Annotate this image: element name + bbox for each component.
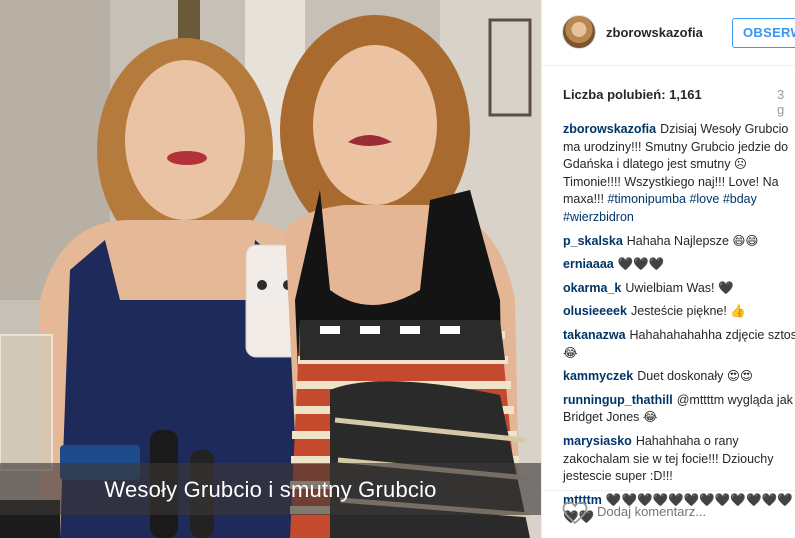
comment-username[interactable]: marysiasko bbox=[563, 434, 632, 448]
list-item: olusieeeek Jesteście piękne! 👍 bbox=[563, 303, 795, 321]
comment-username[interactable]: okarma_k bbox=[563, 281, 621, 295]
comment-username[interactable]: olusieeeek bbox=[563, 304, 627, 318]
follow-button[interactable]: OBSERW bbox=[732, 18, 795, 48]
post-header: zborowskazofia OBSERW bbox=[542, 0, 795, 66]
list-item: zborowskazofia Dzisiaj Wesoły Grubcio ma … bbox=[563, 121, 795, 227]
avatar[interactable] bbox=[562, 15, 596, 49]
comment-text: Duet doskonały 😍😍 bbox=[637, 369, 753, 384]
comment-username[interactable]: erniaaaa bbox=[563, 257, 614, 271]
add-comment-input[interactable] bbox=[597, 504, 787, 519]
comment-username[interactable]: runningup_thathill bbox=[563, 393, 673, 407]
likes-label: Liczba polubień: bbox=[563, 87, 666, 102]
comment-text: Uwielbiam Was! 🖤 bbox=[625, 280, 734, 295]
photo-illustration bbox=[0, 0, 541, 538]
post-author-username[interactable]: zborowskazofia bbox=[606, 25, 703, 40]
likes-number: 1,161 bbox=[669, 87, 702, 102]
photo-caption: Wesoły Grubcio i smutny Grubcio bbox=[104, 477, 437, 502]
post-time[interactable]: 3 g bbox=[777, 87, 795, 117]
post-side-panel: zborowskazofia OBSERW Liczba polubień: 1… bbox=[541, 0, 795, 538]
list-item: okarma_k Uwielbiam Was! 🖤 bbox=[563, 280, 795, 298]
comment-username[interactable]: takanazwa bbox=[563, 328, 626, 342]
list-item: kammyczek Duet doskonały 😍😍 bbox=[563, 368, 795, 386]
post-photo[interactable]: Wesoły Grubcio i smutny Grubcio bbox=[0, 0, 541, 538]
list-item: runningup_thathill @mttttm wygląda jak Br… bbox=[563, 392, 795, 427]
heart-icon[interactable] bbox=[562, 501, 588, 525]
comment-username[interactable]: p_skalska bbox=[563, 234, 623, 248]
list-item: p_skalska Hahaha Najlepsze 😄😄 bbox=[563, 233, 795, 251]
likes-count[interactable]: Liczba polubień: 1,161 bbox=[563, 87, 702, 102]
comment-username[interactable]: zborowskazofia bbox=[563, 122, 656, 136]
list-item: takanazwa Hahahahahahha zdjęcie sztos! 😂 bbox=[563, 327, 795, 362]
comment-composer bbox=[542, 490, 795, 538]
comment-username[interactable]: kammyczek bbox=[563, 369, 633, 383]
comments-list: zborowskazofia Dzisiaj Wesoły Grubcio ma … bbox=[563, 121, 795, 533]
comment-text: Hahaha Najlepsze 😄😄 bbox=[626, 233, 759, 248]
comment-text: 🖤🖤🖤 bbox=[617, 257, 665, 272]
list-item: erniaaaa 🖤🖤🖤 bbox=[563, 256, 795, 274]
list-item: marysiasko Hahahhaha o rany zakochalam si… bbox=[563, 433, 795, 486]
comment-text: Jesteście piękne! 👍 bbox=[630, 304, 746, 319]
